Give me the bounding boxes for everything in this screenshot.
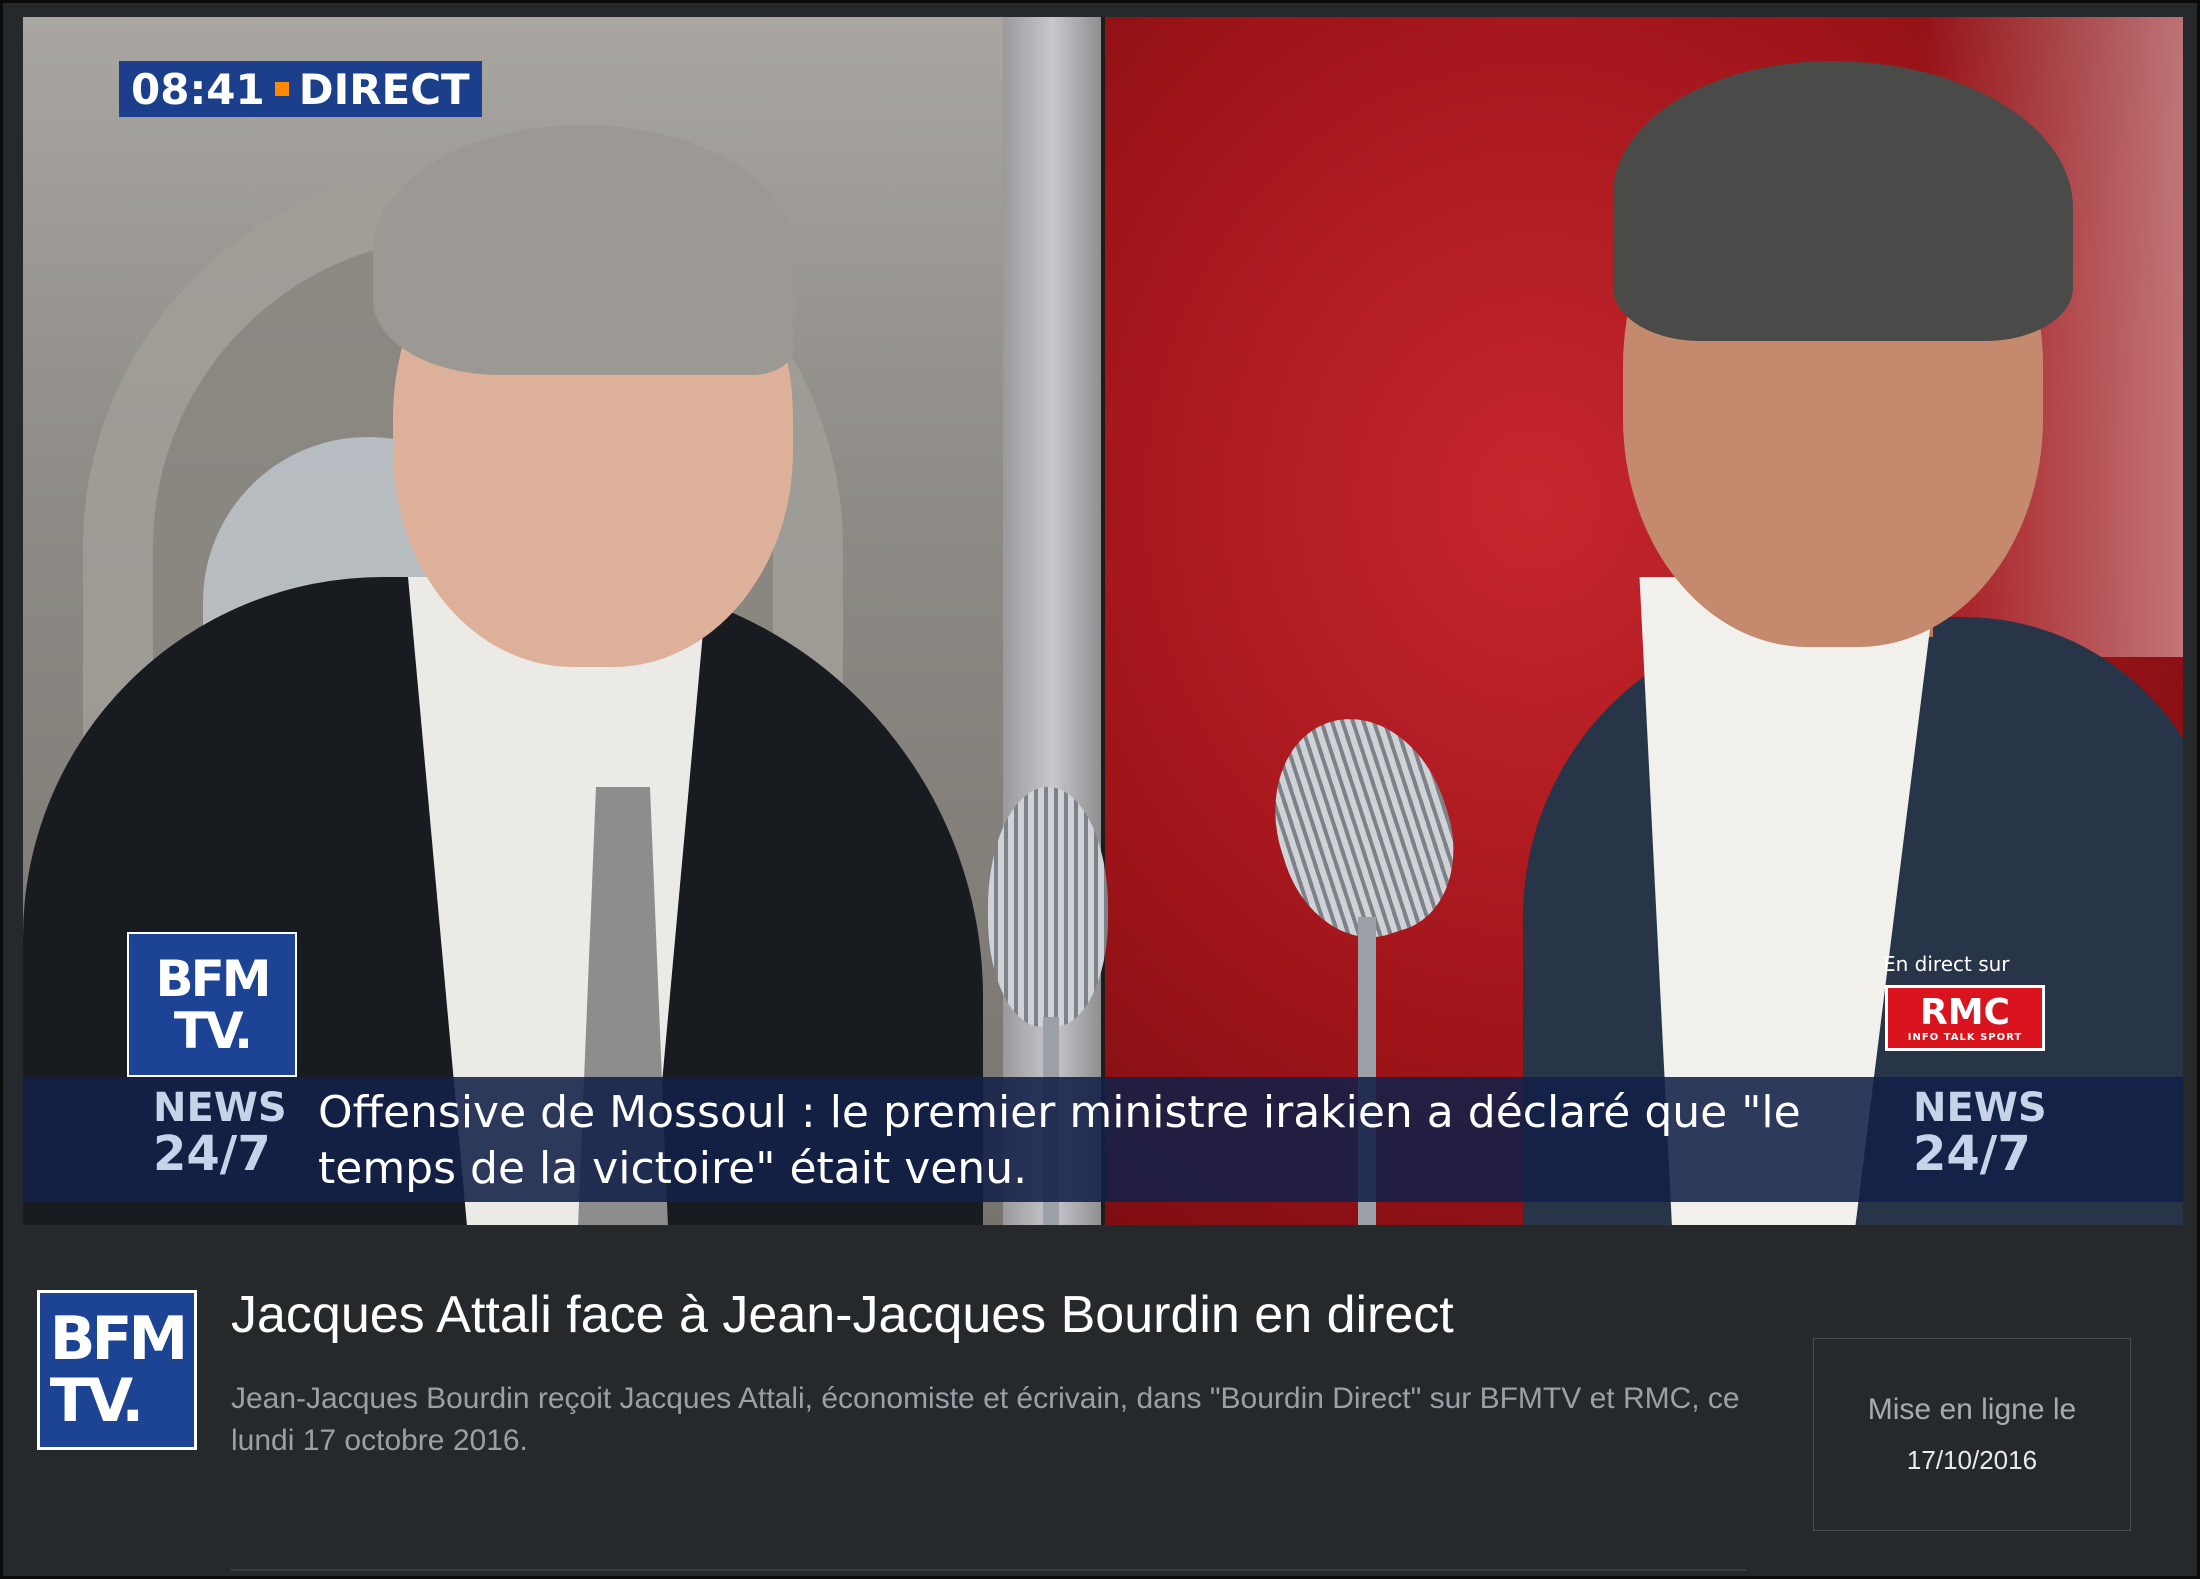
rmc-tagline: INFO TALK SPORT [1907,1031,2023,1043]
rmc-logo-text: RMC [1920,991,2010,1033]
news-24-7-label-left: NEWS 24/7 [153,1085,287,1182]
bfmtv-channel-logo-text: BFM TV. [155,949,271,1060]
video-description: Jean-Jacques Bourdin reçoit Jacques Atta… [231,1382,1740,1457]
rmc-logo: RMC INFO TALK SPORT [1885,985,2045,1051]
video-player[interactable]: 08:41 DIRECT BFM TV. En direct sur RMC I… [23,17,2183,1225]
publish-date-label: Mise en ligne le [1867,1392,2077,1426]
ticker-headline: Offensive de Mossoul : le premier minist… [318,1087,1801,1194]
news-ticker: NEWS 24/7 Offensive de Mossoul : le prem… [23,1077,2183,1202]
publish-date-box: Mise en ligne le 17/10/2016 [1813,1338,2131,1531]
video-title: Jacques Attali face à Jean-Jacques Bourd… [231,1286,1454,1344]
bfmtv-channel-logo: BFM TV. [127,932,297,1077]
bfmtv-logo[interactable]: BFM TV. [37,1290,197,1450]
divider-line [231,1569,1746,1571]
live-time-badge: 08:41 DIRECT [119,61,482,117]
bfmtv-logo-text: BFM TV. [49,1304,188,1436]
live-label: DIRECT [298,64,470,114]
news-24-7-label-right: NEWS 24/7 [1913,1085,2047,1182]
live-time: 08:41 [131,64,265,114]
live-dot-icon [274,82,289,96]
page-frame: 08:41 DIRECT BFM TV. En direct sur RMC I… [0,0,2200,1579]
partner-caption: En direct sur [1883,952,2010,976]
microphone-left [988,787,1108,1027]
publish-date-value: 17/10/2016 [1906,1444,2038,1475]
split-screen-divider [1101,17,1105,1225]
